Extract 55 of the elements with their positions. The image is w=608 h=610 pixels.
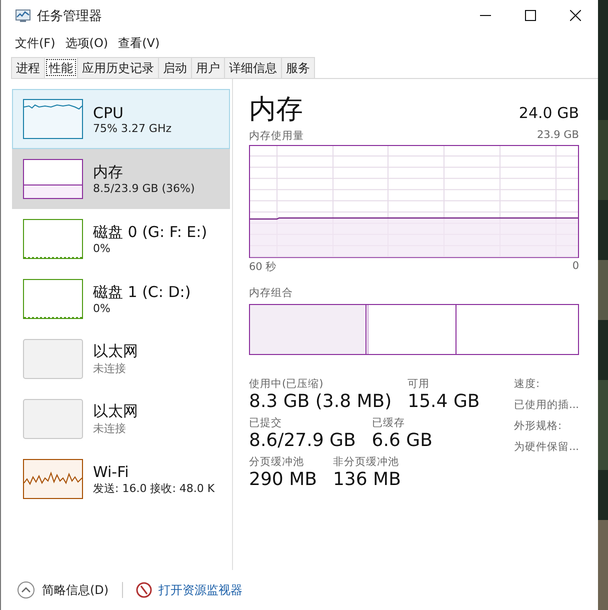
- panel-title: 内存: [249, 93, 303, 127]
- time-start-label: 60 秒: [249, 260, 277, 274]
- app-icon: [15, 8, 31, 22]
- sidebar-item[interactable]: 内存 8.5/23.9 GB (36%): [12, 149, 230, 209]
- graph-thumbnail: [23, 459, 83, 499]
- sidebar-item[interactable]: 磁盘 1 (C: D:) 0%: [12, 269, 230, 329]
- graph-thumbnail: [23, 219, 83, 259]
- menu-item[interactable]: 查看(V): [118, 35, 160, 52]
- property-label: 速度:: [514, 377, 541, 391]
- sidebar-item[interactable]: 以太网 未连接: [12, 389, 230, 449]
- property-label: 已使用的插...: [514, 398, 579, 412]
- stat-value: 136 MB: [332, 469, 401, 490]
- stat-label: 非分页缓冲池: [332, 455, 400, 469]
- window-title: 任务管理器: [37, 8, 102, 24]
- menu-item[interactable]: 文件(F): [15, 35, 56, 52]
- graph-max: 23.9 GB: [536, 129, 579, 143]
- sidebar-item[interactable]: 以太网 未连接: [12, 329, 230, 389]
- close-icon: [570, 10, 581, 21]
- stat-value: 15.4 GB: [408, 391, 480, 412]
- graph-thumbnail: [23, 159, 83, 199]
- stat-label: 已缓存: [372, 416, 406, 430]
- graph-thumbnail: [23, 399, 83, 439]
- graph-label: 内存使用量: [249, 129, 304, 143]
- time-end-label: 0: [572, 260, 579, 274]
- graph-thumbnail: [23, 99, 83, 139]
- property-label: 外形规格:: [514, 419, 563, 433]
- composition-label: 内存组合: [249, 286, 294, 300]
- total-memory: 24.0 GB: [518, 104, 579, 122]
- collapse-icon: [17, 581, 35, 599]
- stat-value: 290 MB: [249, 469, 317, 490]
- stat-label: 已提交: [249, 416, 283, 430]
- maximize-icon: [525, 10, 536, 21]
- sidebar-item[interactable]: Wi-Fi 发送: 16.0 接收: 48.0 K: [12, 449, 230, 509]
- tab[interactable]: 启动: [158, 57, 192, 78]
- graph-thumbnail: [23, 339, 83, 379]
- resource-monitor-link[interactable]: 打开资源监视器: [158, 582, 243, 598]
- stat-label: 使用中(已压缩): [249, 377, 324, 391]
- summary-link[interactable]: 简略信息(D): [42, 582, 109, 598]
- tab[interactable]: 应用历史记录: [77, 57, 159, 78]
- menu-item[interactable]: 选项(O): [65, 35, 108, 52]
- tab[interactable]: 进程: [11, 57, 45, 78]
- tab[interactable]: 详细信息: [224, 57, 282, 78]
- tab[interactable]: 用户: [191, 57, 225, 78]
- stat-label: 分页缓冲池: [249, 455, 305, 469]
- stat-value: 8.3 GB (3.8 MB): [249, 391, 392, 412]
- sidebar-item[interactable]: CPU 75% 3.27 GHz: [12, 89, 230, 149]
- sidebar-item[interactable]: 磁盘 0 (G: F: E:) 0%: [12, 209, 230, 269]
- stat-value: 8.6/27.9 GB: [249, 430, 356, 451]
- stat-value: 6.6 GB: [372, 430, 432, 451]
- graph-thumbnail: [23, 279, 83, 319]
- stat-label: 可用: [408, 377, 431, 391]
- tab[interactable]: 服务: [281, 57, 315, 78]
- monitor-icon: [136, 582, 152, 598]
- tab[interactable]: 性能: [44, 57, 78, 78]
- property-label: 为硬件保留...: [514, 440, 579, 454]
